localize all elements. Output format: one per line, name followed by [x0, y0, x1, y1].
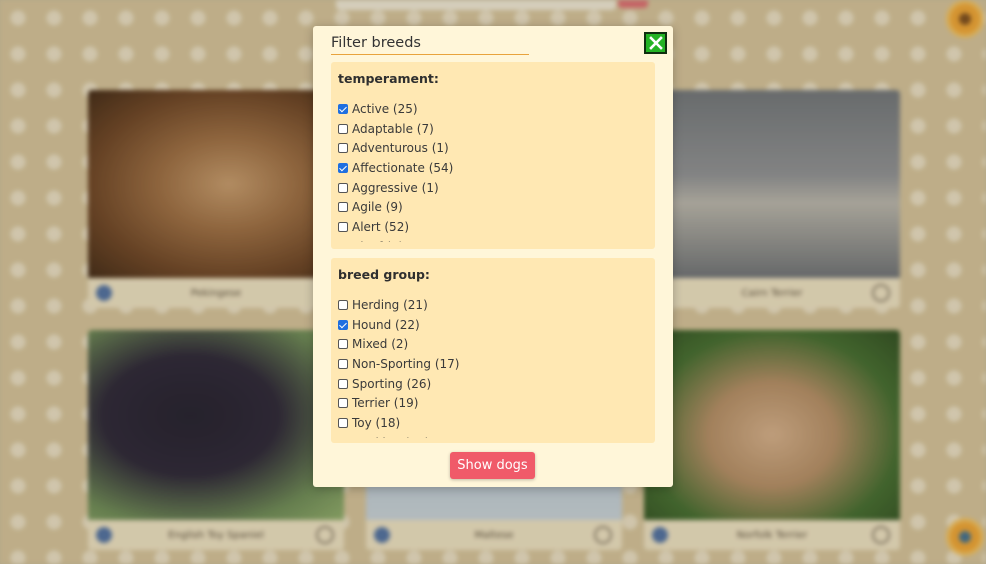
- filter-option-label: Agile (9): [352, 200, 403, 215]
- filter-option[interactable]: Hound (22): [338, 315, 655, 335]
- close-button[interactable]: [644, 32, 667, 54]
- filter-option[interactable]: Agile (9): [338, 197, 655, 217]
- filter-option-label: Aloof (6): [352, 240, 403, 242]
- filter-option[interactable]: Affectionate (54): [338, 158, 655, 178]
- filter-option[interactable]: Aloof (6): [338, 237, 655, 242]
- filter-option[interactable]: Aggressive (1): [338, 178, 655, 198]
- filter-option-label: Hound (22): [352, 317, 420, 332]
- checkbox[interactable]: [338, 358, 348, 369]
- checkbox[interactable]: [338, 202, 348, 213]
- filter-option[interactable]: Active (25): [338, 99, 655, 119]
- checkbox[interactable]: [338, 221, 348, 232]
- filter-option[interactable]: Adventurous (1): [338, 138, 655, 158]
- filter-option-label: Active (25): [352, 101, 418, 116]
- filter-option-label: Adaptable (7): [352, 121, 434, 136]
- temperament-section: temperament: Active (25) Adaptable (7) Adv…: [331, 62, 655, 249]
- filter-option[interactable]: Toy (18): [338, 413, 655, 433]
- checkbox-checked[interactable]: [338, 103, 348, 114]
- modal-title: Filter breeds: [331, 33, 529, 55]
- filter-option[interactable]: Mixed (2): [338, 334, 655, 354]
- filter-option-label: Adventurous (1): [352, 141, 449, 156]
- checkbox[interactable]: [338, 417, 348, 428]
- show-dogs-button[interactable]: Show dogs: [450, 452, 535, 479]
- filter-option[interactable]: Alert (52): [338, 217, 655, 237]
- filter-option-label: Alert (52): [352, 219, 410, 234]
- filter-option-label: Mixed (2): [352, 337, 409, 352]
- breed-group-options[interactable]: Herding (21) Hound (22) Mixed (2) Non-Sport…: [338, 295, 655, 438]
- filter-option-label: Herding (21): [352, 297, 428, 312]
- section-heading: temperament:: [338, 71, 439, 86]
- checkbox-checked[interactable]: [338, 162, 348, 173]
- section-heading: breed group:: [338, 267, 430, 282]
- filter-modal: Filter breeds temperament: Active (25) Ad…: [313, 26, 673, 487]
- filter-option-label: Toy (18): [352, 415, 401, 430]
- checkbox-checked[interactable]: [338, 319, 348, 330]
- filter-option-label: Non-Sporting (17): [352, 356, 460, 371]
- filter-option[interactable]: Non-Sporting (17): [338, 354, 655, 374]
- checkbox[interactable]: [338, 182, 348, 193]
- filter-option[interactable]: Herding (21): [338, 295, 655, 315]
- filter-option[interactable]: Terrier (19): [338, 393, 655, 413]
- checkbox[interactable]: [338, 123, 348, 134]
- filter-option-label: Affectionate (54): [352, 160, 454, 175]
- filter-option-label: Sporting (26): [352, 376, 432, 391]
- filter-option-label: Aggressive (1): [352, 180, 439, 195]
- filter-option[interactable]: Adaptable (7): [338, 119, 655, 139]
- checkbox[interactable]: [338, 378, 348, 389]
- checkbox[interactable]: [338, 398, 348, 409]
- checkbox[interactable]: [338, 143, 348, 154]
- temperament-options[interactable]: Active (25) Adaptable (7) Adventurous (1) A…: [338, 99, 655, 242]
- filter-option-label: Terrier (19): [352, 396, 419, 411]
- close-icon: [648, 36, 663, 50]
- checkbox[interactable]: [338, 299, 348, 310]
- checkbox[interactable]: [338, 339, 348, 350]
- filter-option[interactable]: Working (28): [338, 433, 655, 438]
- filter-option-label: Working (28): [352, 436, 429, 438]
- breed-group-section: breed group: Herding (21) Hound (22) Mixed…: [331, 258, 655, 443]
- filter-option[interactable]: Sporting (26): [338, 374, 655, 394]
